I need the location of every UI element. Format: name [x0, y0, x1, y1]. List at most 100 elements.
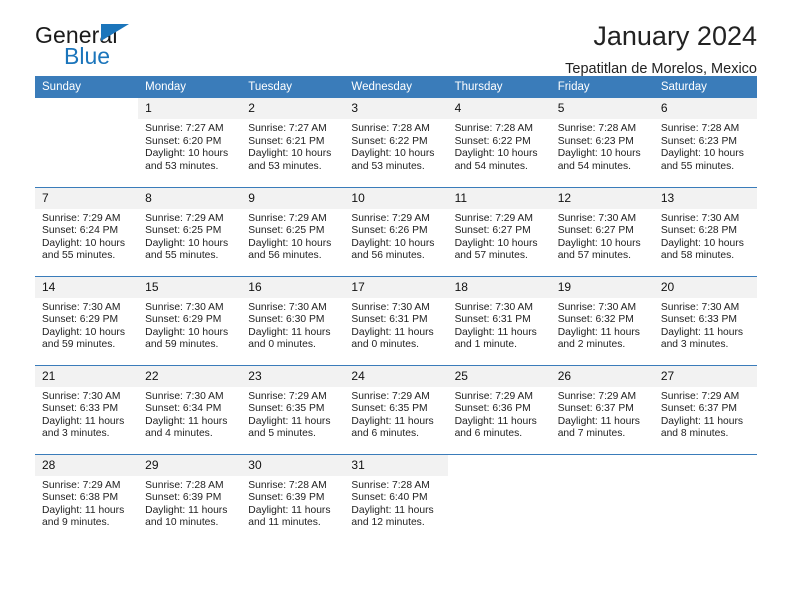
- calendar-day-cell[interactable]: 12 Sunrise: 7:30 AM Sunset: 6:27 PM Dayligh…: [550, 186, 654, 276]
- day-daylight-line1: Daylight: 11 hours: [42, 504, 125, 516]
- day-sunset: Sunset: 6:31 PM: [454, 314, 531, 326]
- logo-text-blue: Blue: [64, 43, 111, 69]
- calendar-day-cell[interactable]: 27 Sunrise: 7:29 AM Sunset: 6:37 PM Dayligh…: [653, 364, 757, 454]
- day-sunrise: Sunrise: 7:29 AM: [557, 390, 637, 402]
- day-details: Sunrise: 7:28 AM Sunset: 6:23 PM Daylight:…: [551, 119, 654, 173]
- day-sunset: Sunset: 6:28 PM: [660, 225, 737, 237]
- day-daylight-line2: and 6 minutes.: [454, 428, 523, 440]
- day-sunrise: Sunrise: 7:27 AM: [145, 123, 224, 134]
- day-number: 18: [447, 276, 551, 298]
- calendar-day-cell[interactable]: 30 Sunrise: 7:28 AM Sunset: 6:39 PM Dayligh…: [241, 453, 345, 543]
- day-number: [654, 455, 757, 476]
- day-details: Sunrise: 7:29 AM Sunset: 6:37 PM Daylight:…: [654, 387, 757, 441]
- calendar-day-cell[interactable]: 2 Sunrise: 7:27 AM Sunset: 6:21 PM Daylight…: [241, 98, 345, 187]
- weekday-header-monday: Monday: [138, 76, 242, 98]
- day-daylight-line1: Daylight: 11 hours: [145, 504, 228, 516]
- day-daylight-line2: and 2 minutes.: [557, 339, 626, 351]
- calendar-day-cell[interactable]: 19 Sunrise: 7:30 AM Sunset: 6:32 PM Dayligh…: [550, 275, 654, 365]
- day-details: Sunrise: 7:30 AM Sunset: 6:31 PM Daylight:…: [344, 298, 447, 352]
- page-header: General Blue January 2024 Tepatitlan de …: [35, 0, 757, 76]
- day-sunset: Sunset: 6:24 PM: [42, 225, 119, 237]
- calendar-day-cell[interactable]: 20 Sunrise: 7:30 AM Sunset: 6:33 PM Dayligh…: [653, 275, 757, 365]
- day-sunrise: Sunrise: 7:29 AM: [248, 390, 327, 402]
- day-daylight-line1: Daylight: 11 hours: [557, 326, 640, 338]
- day-sunrise: Sunrise: 7:29 AM: [454, 212, 533, 224]
- day-sunset: Sunset: 6:22 PM: [454, 135, 531, 147]
- calendar-page: General Blue January 2024 Tepatitlan de …: [0, 0, 792, 612]
- general-blue-logo[interactable]: General Blue: [35, 22, 185, 72]
- day-number: 27: [653, 365, 757, 387]
- calendar-day-cell[interactable]: 22 Sunrise: 7:30 AM Sunset: 6:34 PM Dayligh…: [138, 364, 242, 454]
- calendar-day-cell[interactable]: 16 Sunrise: 7:30 AM Sunset: 6:30 PM Dayligh…: [241, 275, 345, 365]
- calendar-day-cell[interactable]: 6 Sunrise: 7:28 AM Sunset: 6:23 PM Daylight…: [653, 98, 757, 187]
- day-number: 8: [138, 187, 242, 209]
- calendar-day-cell-empty: [550, 453, 654, 543]
- day-details: [551, 476, 654, 480]
- calendar-day-cell[interactable]: 25 Sunrise: 7:29 AM Sunset: 6:36 PM Dayligh…: [447, 364, 551, 454]
- day-number: [448, 455, 551, 476]
- day-sunset: Sunset: 6:34 PM: [145, 403, 222, 415]
- day-daylight-line2: and 59 minutes.: [145, 339, 219, 351]
- day-sunset: Sunset: 6:40 PM: [351, 492, 428, 504]
- day-daylight-line2: and 0 minutes.: [351, 339, 419, 351]
- day-sunset: Sunset: 6:29 PM: [42, 314, 119, 326]
- day-daylight-line1: Daylight: 10 hours: [42, 237, 125, 249]
- day-sunrise: Sunrise: 7:30 AM: [454, 301, 533, 313]
- calendar-day-cell[interactable]: 29 Sunrise: 7:28 AM Sunset: 6:39 PM Dayligh…: [138, 453, 242, 543]
- day-details: Sunrise: 7:28 AM Sunset: 6:40 PM Daylight:…: [344, 476, 447, 530]
- calendar-day-cell[interactable]: 15 Sunrise: 7:30 AM Sunset: 6:29 PM Dayligh…: [138, 275, 242, 365]
- day-sunrise: Sunrise: 7:29 AM: [145, 212, 224, 224]
- day-sunrise: Sunrise: 7:28 AM: [351, 479, 430, 491]
- calendar-day-cell[interactable]: 31 Sunrise: 7:28 AM Sunset: 6:40 PM Dayligh…: [344, 453, 448, 543]
- calendar-day-cell-empty: [447, 453, 551, 543]
- day-details: Sunrise: 7:28 AM Sunset: 6:22 PM Daylight:…: [344, 119, 447, 173]
- day-number: 7: [35, 187, 139, 209]
- calendar-day-cell-empty: [653, 453, 757, 543]
- calendar-day-cell[interactable]: 11 Sunrise: 7:29 AM Sunset: 6:27 PM Dayligh…: [447, 186, 551, 276]
- weekday-header-thursday: Thursday: [447, 76, 551, 98]
- calendar-day-cell[interactable]: 8 Sunrise: 7:29 AM Sunset: 6:25 PM Daylight…: [138, 186, 242, 276]
- day-sunset: Sunset: 6:27 PM: [557, 225, 634, 237]
- title-block: January 2024 Tepatitlan de Morelos, Mexi…: [565, 21, 757, 76]
- day-number: 17: [344, 276, 448, 298]
- day-daylight-line1: Daylight: 10 hours: [248, 148, 332, 160]
- day-daylight-line1: Daylight: 11 hours: [454, 415, 537, 427]
- day-daylight-line2: and 10 minutes.: [145, 517, 219, 529]
- day-daylight-line2: and 8 minutes.: [660, 428, 729, 440]
- day-daylight-line1: Daylight: 11 hours: [454, 326, 537, 338]
- calendar-day-cell[interactable]: 3 Sunrise: 7:28 AM Sunset: 6:22 PM Daylight…: [344, 98, 448, 187]
- calendar-day-cell[interactable]: 23 Sunrise: 7:29 AM Sunset: 6:35 PM Dayligh…: [241, 364, 345, 454]
- calendar-table: Sunday Monday Tuesday Wednesday Thursday Frid…: [35, 76, 757, 543]
- calendar-day-cell[interactable]: 13 Sunrise: 7:30 AM Sunset: 6:28 PM Dayligh…: [653, 186, 757, 276]
- day-sunrise: Sunrise: 7:30 AM: [660, 212, 740, 224]
- calendar-day-cell[interactable]: 18 Sunrise: 7:30 AM Sunset: 6:31 PM Dayligh…: [447, 275, 551, 365]
- day-sunset: Sunset: 6:26 PM: [351, 225, 428, 237]
- calendar-day-cell[interactable]: 4 Sunrise: 7:28 AM Sunset: 6:22 PM Daylight…: [447, 98, 551, 187]
- day-number: [35, 98, 138, 119]
- weekday-header-tuesday: Tuesday: [241, 76, 345, 98]
- day-daylight-line2: and 53 minutes.: [248, 160, 322, 172]
- calendar-day-cell[interactable]: 17 Sunrise: 7:30 AM Sunset: 6:31 PM Dayligh…: [344, 275, 448, 365]
- day-daylight-line1: Daylight: 10 hours: [351, 237, 435, 249]
- calendar-day-cell[interactable]: 21 Sunrise: 7:30 AM Sunset: 6:33 PM Dayligh…: [35, 364, 139, 454]
- calendar-day-cell[interactable]: 24 Sunrise: 7:29 AM Sunset: 6:35 PM Dayligh…: [344, 364, 448, 454]
- calendar-day-cell[interactable]: 9 Sunrise: 7:29 AM Sunset: 6:25 PM Daylight…: [241, 186, 345, 276]
- calendar-day-cell[interactable]: 14 Sunrise: 7:30 AM Sunset: 6:29 PM Dayligh…: [35, 275, 139, 365]
- day-details: Sunrise: 7:30 AM Sunset: 6:29 PM Daylight:…: [35, 298, 138, 352]
- day-details: Sunrise: 7:27 AM Sunset: 6:20 PM Daylight:…: [138, 119, 241, 173]
- calendar-week-row: 7 Sunrise: 7:29 AM Sunset: 6:24 PM Daylight…: [35, 186, 757, 276]
- day-daylight-line2: and 0 minutes.: [248, 339, 316, 351]
- day-details: [35, 119, 138, 123]
- weekday-header: Sunday Monday Tuesday Wednesday Thursday Frid…: [35, 76, 757, 98]
- calendar-day-cell[interactable]: 10 Sunrise: 7:29 AM Sunset: 6:26 PM Dayligh…: [344, 186, 448, 276]
- calendar-day-cell[interactable]: 1 Sunrise: 7:27 AM Sunset: 6:20 PM Daylight…: [138, 98, 242, 187]
- day-number: 10: [344, 187, 448, 209]
- day-sunset: Sunset: 6:35 PM: [351, 403, 428, 415]
- day-sunset: Sunset: 6:29 PM: [145, 314, 222, 326]
- calendar-day-cell[interactable]: 28 Sunrise: 7:29 AM Sunset: 6:38 PM Dayligh…: [35, 453, 139, 543]
- calendar-day-cell[interactable]: 7 Sunrise: 7:29 AM Sunset: 6:24 PM Daylight…: [35, 186, 139, 276]
- calendar-day-cell[interactable]: 5 Sunrise: 7:28 AM Sunset: 6:23 PM Daylight…: [550, 98, 654, 187]
- calendar-day-cell[interactable]: 26 Sunrise: 7:29 AM Sunset: 6:37 PM Dayligh…: [550, 364, 654, 454]
- day-sunset: Sunset: 6:31 PM: [351, 314, 428, 326]
- day-daylight-line2: and 1 minute.: [454, 339, 517, 351]
